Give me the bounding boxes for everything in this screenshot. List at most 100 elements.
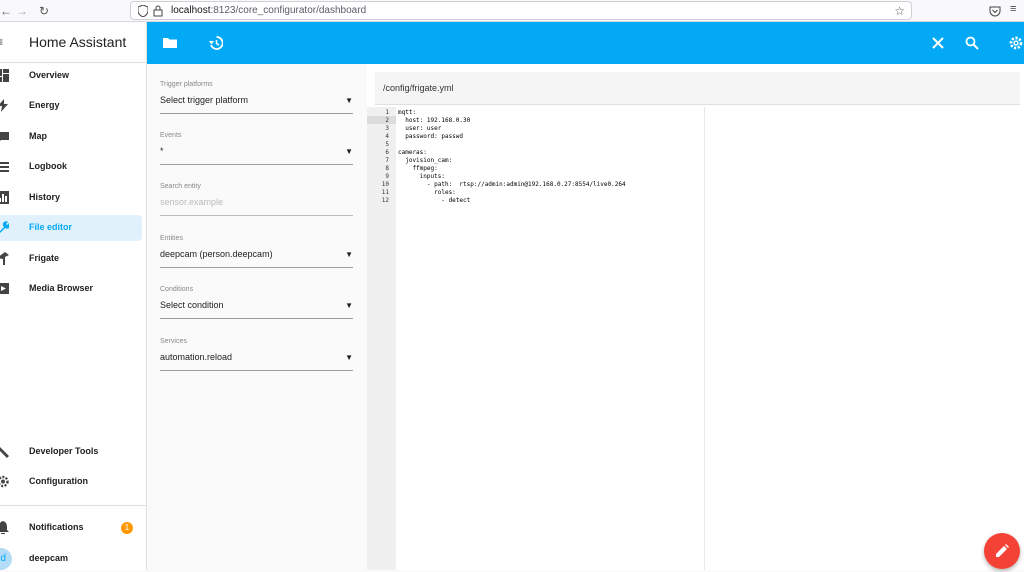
field-underline	[160, 164, 353, 165]
line-number: 4	[385, 133, 389, 140]
field-value: automation.reload	[160, 352, 233, 362]
line-number: 5	[385, 141, 389, 148]
line-number: 6	[385, 149, 389, 156]
pencil-icon	[996, 544, 1009, 557]
code-line: jovision_cam:	[398, 157, 453, 164]
media-browser-icon	[0, 283, 9, 294]
field-label: Services	[160, 338, 187, 345]
field-underline	[160, 370, 353, 371]
field-value: Select trigger platform	[160, 95, 249, 105]
sidebar-divider	[0, 505, 147, 506]
code-line: cameras:	[398, 149, 427, 156]
notifications-badge: 1	[121, 522, 133, 534]
dropdown-arrow-icon: ▼	[345, 96, 353, 105]
sidebar-item-label: Developer Tools	[29, 446, 99, 456]
print-margin	[704, 107, 705, 570]
field-underline	[160, 215, 353, 216]
url-bar[interactable]: localhost:8123/core_configurator/dashboa…	[130, 1, 912, 20]
close-icon[interactable]	[931, 36, 945, 50]
code-line: ffmpeg:	[398, 165, 438, 172]
sidebar-item-label: Media Browser	[29, 283, 94, 293]
url-text: localhost:8123/core_configurator/dashboa…	[171, 5, 366, 16]
sidebar-item-logbook[interactable]: Logbook	[0, 154, 142, 180]
back-icon[interactable]: ←	[0, 3, 14, 19]
code-line: - detect	[398, 197, 471, 204]
dropdown-arrow-icon: ▼	[345, 353, 353, 362]
field-value: *	[160, 146, 164, 156]
field-label: Events	[160, 132, 182, 139]
line-number: 3	[385, 125, 389, 132]
forward-icon[interactable]: →	[14, 3, 30, 19]
sidebar-item-label: Configuration	[29, 476, 88, 486]
sidebar-item-configuration[interactable]: Configuration	[0, 469, 142, 495]
sidebar-item-media-browser[interactable]: Media Browser	[0, 276, 142, 302]
dropdown-arrow-icon: ▼	[345, 250, 353, 259]
shield-icon[interactable]	[138, 5, 148, 17]
sidebar-item-energy[interactable]: Energy	[0, 93, 142, 119]
sidebar-item-label: Energy	[29, 100, 60, 110]
bell-icon	[0, 521, 9, 534]
sidebar-item-overview[interactable]: Overview	[0, 63, 142, 89]
folder-icon[interactable]	[163, 36, 177, 50]
sidebar-item-developer-tools[interactable]: Developer Tools	[0, 439, 142, 465]
bookmark-star-icon[interactable]: ☆	[894, 4, 905, 18]
app-title: Home Assistant	[29, 34, 127, 50]
line-number: 8	[385, 165, 389, 172]
history-icon[interactable]	[209, 36, 223, 50]
edit-fab-button[interactable]	[984, 533, 1020, 569]
sidebar-item-label: File editor	[29, 222, 73, 232]
field-label: Search entity	[160, 183, 201, 190]
logbook-icon	[0, 162, 9, 172]
pocket-icon[interactable]	[989, 5, 1001, 17]
dropdown-arrow-icon: ▼	[345, 301, 353, 310]
field-label: Trigger platforms	[160, 81, 213, 88]
sidebar-item-label: deepcam	[29, 553, 69, 563]
code-line: roles:	[398, 189, 456, 196]
code-editor[interactable]: mqtt: host: 192.168.0.30 user: user pass…	[396, 107, 1024, 570]
sidebar-toggle-icon[interactable]: ≡	[0, 35, 3, 49]
line-number: 1	[385, 109, 389, 116]
field-underline	[160, 267, 353, 268]
sidebar-item-label: Frigate	[29, 253, 60, 263]
field-underline	[160, 318, 353, 319]
line-gutter: 1 2 3 4 5 6 7 8 9 10 11 12	[367, 107, 396, 570]
sidebar-item-file-editor[interactable]: File editor	[0, 215, 142, 241]
sidebar-item-map[interactable]: Map	[0, 124, 142, 150]
sidebar-item-profile[interactable]: d deepcam	[0, 546, 142, 572]
sidebar-item-frigate[interactable]: Frigate	[0, 246, 142, 272]
reload-icon[interactable]: ↻	[36, 3, 52, 19]
sidebar-header: ≡ Home Assistant	[0, 22, 147, 63]
field-label: Entities	[160, 235, 183, 242]
menu-icon[interactable]: ≡	[1010, 3, 1016, 15]
field-value: Select condition	[160, 300, 224, 310]
line-number: 9	[385, 173, 389, 180]
wrench-icon	[0, 221, 9, 233]
code-line: inputs:	[398, 173, 445, 180]
code-line: mqtt:	[398, 109, 417, 116]
url-host: localhost	[171, 5, 211, 16]
page-info-icon[interactable]	[153, 5, 163, 17]
settings-gear-icon[interactable]	[1009, 36, 1023, 50]
line-number: 7	[385, 157, 389, 164]
energy-icon	[0, 99, 8, 112]
map-icon	[0, 132, 9, 141]
sidebar-item-history[interactable]: History	[0, 185, 142, 211]
line-number: 10	[381, 181, 389, 188]
field-underline	[160, 113, 353, 114]
code-line: host: 192.168.0.30	[398, 117, 471, 124]
frigate-icon	[0, 252, 9, 265]
sidebar-item-label: Overview	[29, 70, 70, 80]
developer-tools-icon	[0, 447, 9, 458]
active-line-highlight	[367, 116, 396, 124]
app-toolbar	[147, 22, 1024, 64]
dropdown-arrow-icon: ▼	[345, 147, 353, 156]
line-number: 12	[381, 197, 389, 204]
field-placeholder: sensor.example	[160, 197, 224, 207]
sidebar-item-notifications[interactable]: Notifications 1	[0, 515, 142, 541]
code-line: password: passwd	[398, 133, 464, 140]
file-path-bar: /config/frigate.yml	[375, 72, 1020, 105]
field-value: deepcam (person.deepcam)	[160, 249, 273, 259]
avatar: d	[0, 548, 12, 570]
sidebar-item-label: Notifications	[29, 522, 84, 532]
search-icon[interactable]	[965, 36, 979, 50]
